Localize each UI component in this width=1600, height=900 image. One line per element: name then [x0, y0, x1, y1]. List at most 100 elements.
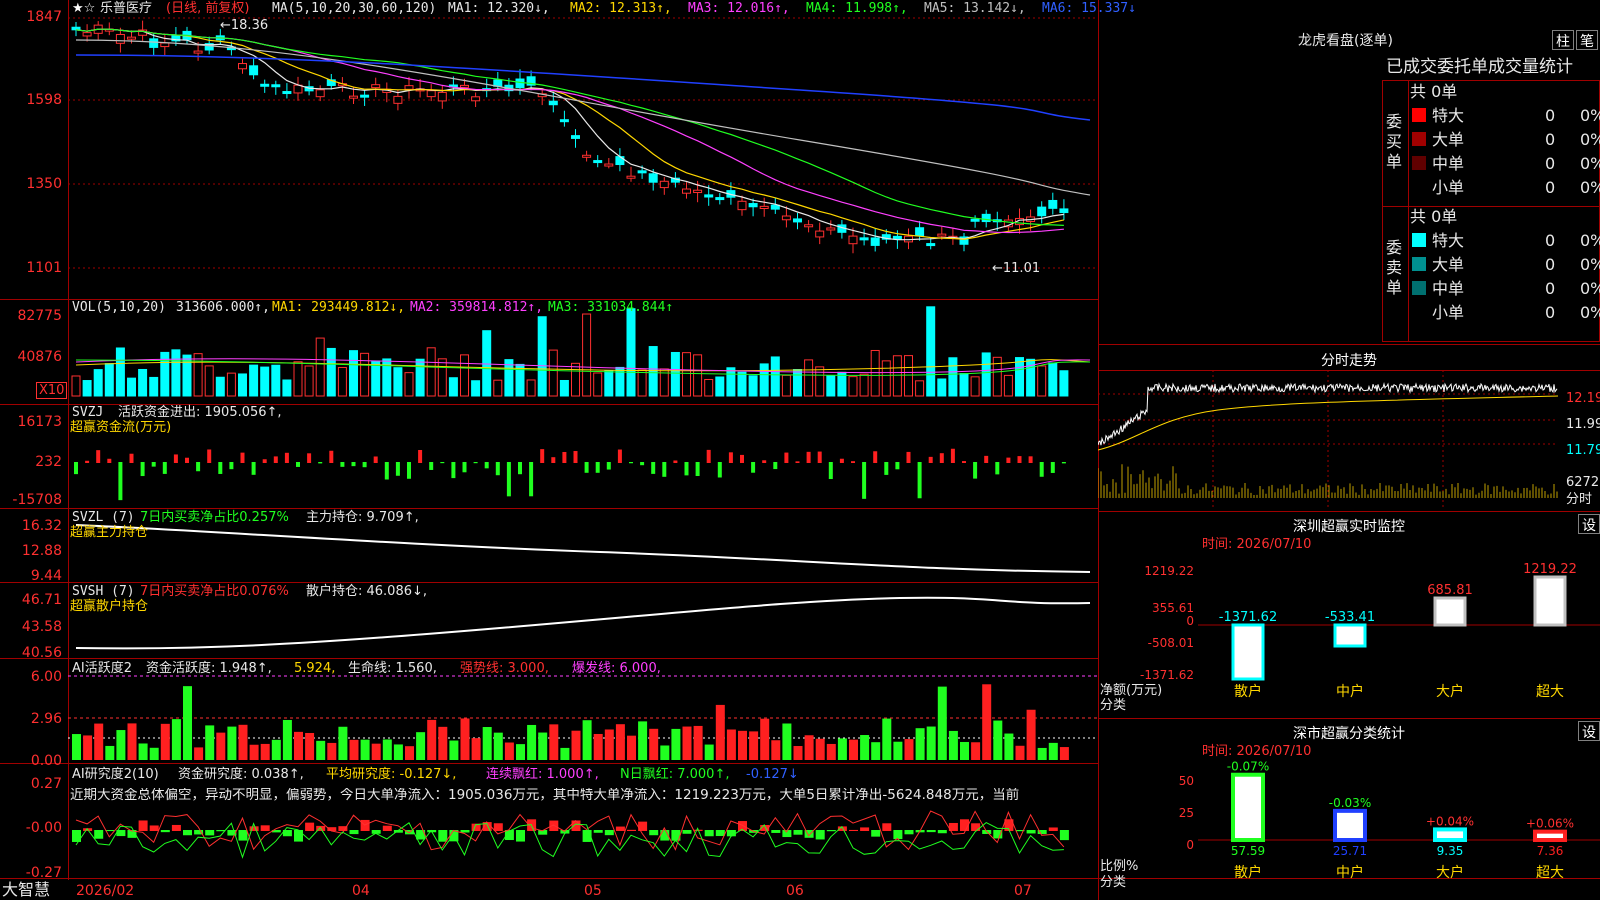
sell-row-4-pct: 0% [1580, 303, 1600, 322]
volume-bar [859, 373, 869, 397]
candle-body [915, 227, 925, 237]
sell-swatch-1 [1412, 233, 1426, 247]
volume-bar [71, 375, 81, 397]
sz-class-settings-button[interactable]: 设 [1578, 721, 1600, 741]
sell-row-4-value: 0 [1545, 303, 1556, 322]
svsh-sub: 超赢散户持仓 [70, 599, 149, 614]
volume-bar [337, 366, 347, 397]
research-bar [460, 830, 470, 833]
volume-bar [460, 354, 469, 397]
candle-body [815, 230, 825, 238]
sell-row-2-value: 0 [1545, 255, 1556, 274]
vol-ma2: MA2: 359814.812↑, [410, 300, 544, 315]
flow-bar [273, 456, 278, 463]
candle-body [626, 175, 636, 179]
class-bar-chg-4: +0.06% [1526, 817, 1574, 831]
candle-body [548, 100, 558, 106]
svsh-axis-1: 46.71 [21, 592, 62, 608]
ai2-c: 生命线: 1.560, [348, 661, 437, 676]
pillar-button[interactable]: 柱 [1552, 30, 1574, 50]
sz-axis-label-4: -508.01 [1148, 636, 1194, 650]
volume-bar [548, 349, 558, 397]
flow-bar [218, 462, 223, 474]
candle-body [515, 78, 525, 89]
svzl-label: SVZL (7) [72, 510, 135, 525]
class-axis-label-1: 75 [1179, 755, 1194, 758]
date-4: 06 [786, 883, 804, 899]
candle-body [127, 36, 136, 40]
candle-body [582, 154, 592, 158]
research-bar [593, 830, 603, 833]
period-label[interactable]: (日线, 前复权) [166, 2, 249, 16]
volume-bar [493, 379, 503, 397]
intraday-chart[interactable] [1098, 370, 1600, 510]
star-icon[interactable]: ★☆ [72, 2, 95, 16]
ai2-bar [671, 728, 681, 760]
ai2-bar [1059, 747, 1069, 760]
class-bar-2 [1333, 808, 1367, 842]
volume-bar [404, 372, 414, 397]
volume-bar [360, 352, 370, 397]
class-bar-pct-4: 7.36 [1537, 844, 1564, 858]
ai2-bar [571, 730, 581, 760]
volume-bar [737, 371, 747, 397]
research-bar [349, 830, 359, 835]
flow-bar [784, 452, 789, 463]
buy-swatch-2 [1412, 132, 1426, 146]
ai2-bar [493, 732, 503, 760]
research-bar [516, 830, 525, 842]
flow-bar [151, 462, 156, 467]
buy-row-3-name: 中单 [1432, 154, 1465, 173]
flow-bar [795, 461, 800, 463]
flow-bar [384, 462, 389, 480]
ai2-bar [860, 735, 870, 760]
sz-axis-label-2: 355.61 [1152, 601, 1194, 615]
research-bar [438, 830, 448, 842]
ai2-bar [982, 684, 992, 760]
svzj-desc: 活跃资金进出: 1905.056↑, [118, 405, 282, 420]
sz-class-ylabel: 比例% [1100, 859, 1139, 874]
flow-bar [862, 462, 867, 499]
candle-body [460, 84, 469, 88]
ai2-bar [582, 720, 592, 760]
ai2-bar [260, 743, 270, 760]
volume-bar [526, 379, 536, 397]
flow-bar [529, 462, 534, 497]
low-annotation: ←11.01 [992, 261, 1041, 276]
svzl-axis-2: 12.88 [21, 543, 62, 559]
research-bar [138, 820, 148, 831]
research-bar [627, 829, 636, 831]
price-chart[interactable] [0, 0, 1098, 900]
research-bar [882, 823, 892, 831]
flow-bar [395, 462, 400, 476]
date-3: 05 [584, 883, 602, 899]
svzl-line [75, 524, 1091, 573]
ai2-bar [638, 721, 648, 760]
class-axis-label-2: 50 [1179, 774, 1194, 788]
research-bar [860, 827, 870, 831]
flow-bar [185, 457, 189, 463]
research-bar [571, 820, 581, 831]
air-axis-3: -0.27 [25, 865, 62, 881]
ai2-bar [227, 726, 237, 760]
ai2-bar [116, 730, 126, 760]
candle-body [404, 85, 414, 90]
flow-bar [329, 450, 334, 463]
brand-logo[interactable]: 大智慧 [2, 882, 50, 898]
flow-bar [96, 450, 101, 463]
ai2-bar [338, 726, 348, 760]
ai2-bar [937, 686, 947, 760]
flow-bar [828, 462, 833, 480]
date-5: 07 [1014, 883, 1032, 899]
sz-monitor-settings-button[interactable]: 设 [1578, 514, 1600, 534]
pen-button[interactable]: 笔 [1576, 30, 1598, 50]
candle-body [981, 213, 991, 223]
candle-body [759, 205, 769, 210]
flow-bar [884, 462, 889, 475]
class-bar-cat-2: 中户 [1336, 864, 1364, 881]
research-bar [238, 830, 248, 841]
ai2-bar [738, 730, 747, 760]
ma4-line [75, 28, 1064, 226]
svsh-line [75, 596, 1091, 650]
volume-bar [1015, 357, 1024, 397]
